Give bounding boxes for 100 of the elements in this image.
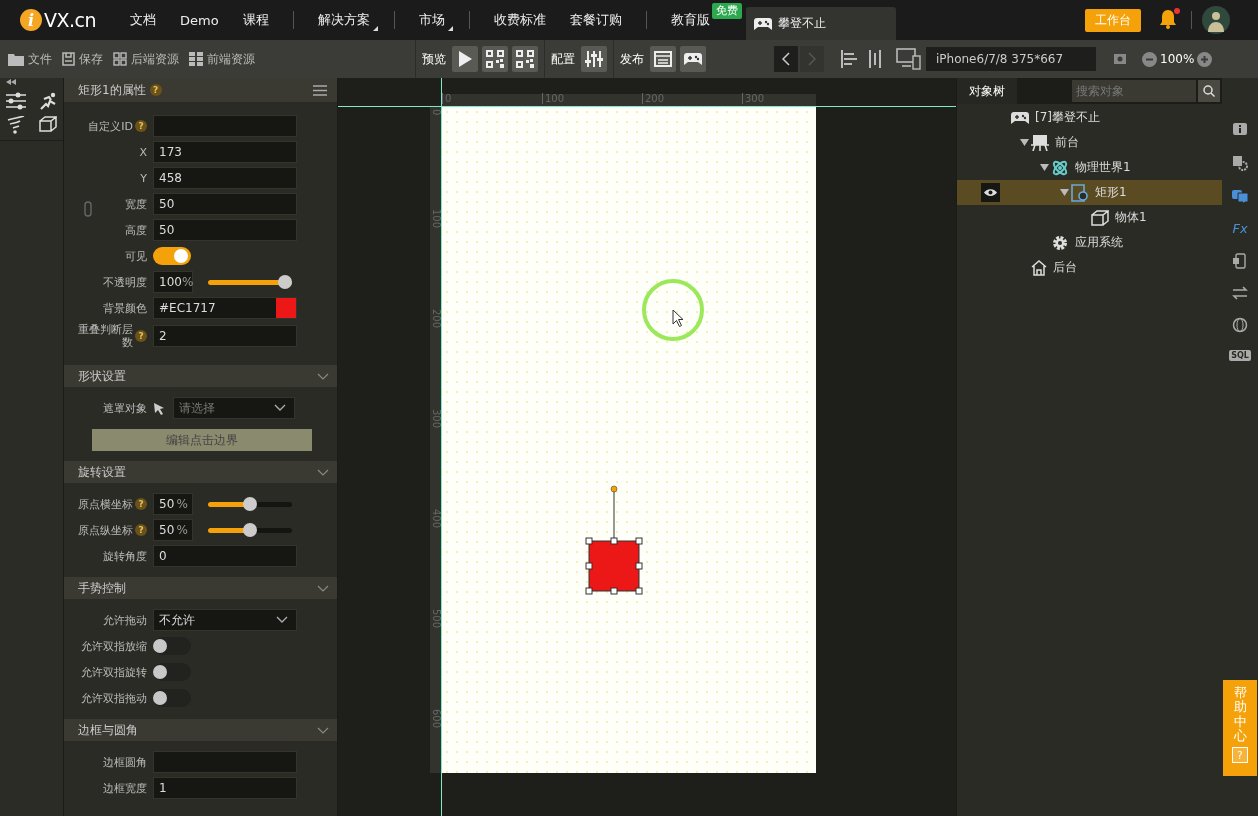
toggle-switch[interactable] xyxy=(153,637,191,655)
color-swatch[interactable] xyxy=(276,298,296,318)
bell-icon[interactable] xyxy=(1159,8,1177,29)
dropdown[interactable]: 请选择 xyxy=(173,397,295,419)
nav-link[interactable]: Demo xyxy=(168,12,231,28)
text-field[interactable] xyxy=(153,751,297,773)
nav-link[interactable]: 课程 xyxy=(230,11,281,29)
toolbar-button[interactable]: 文件 xyxy=(8,50,52,68)
text-field[interactable]: 0 xyxy=(153,545,297,567)
toolbar-icon-button[interactable] xyxy=(452,46,478,72)
number-field[interactable]: 100% xyxy=(153,271,193,293)
nav-link[interactable]: 文档 xyxy=(118,11,168,29)
dropdown[interactable]: 不允许 xyxy=(153,609,297,631)
tree-item[interactable]: 矩形1 xyxy=(957,180,1222,205)
tree-item[interactable]: 后台 xyxy=(957,255,1222,280)
swap-icon[interactable] xyxy=(1232,286,1248,300)
toolbar-icon-button[interactable] xyxy=(512,46,538,72)
runner-icon[interactable] xyxy=(38,92,58,110)
text-field[interactable]: 1 xyxy=(153,777,297,799)
text-field[interactable]: 2 xyxy=(153,325,297,347)
help-icon[interactable]: ? xyxy=(135,330,147,342)
chat-icon[interactable] xyxy=(1232,188,1248,204)
chevron-icon[interactable] xyxy=(317,468,329,476)
expand-arrow-icon[interactable] xyxy=(1059,189,1069,196)
signal-icon[interactable] xyxy=(6,116,26,134)
nav-link[interactable]: 解决方案 xyxy=(305,11,382,29)
nav-link[interactable]: 市场 xyxy=(406,11,457,29)
avatar[interactable] xyxy=(1202,6,1230,34)
chevron-icon[interactable] xyxy=(317,726,329,734)
field-label: X xyxy=(139,145,147,159)
expand-arrow-icon[interactable] xyxy=(1019,139,1029,146)
nav-link[interactable]: 套餐订购 xyxy=(557,11,634,29)
toolbar-button[interactable]: 保存 xyxy=(62,50,103,68)
toolbar-icon-button[interactable] xyxy=(680,46,706,72)
section-title[interactable]: 边框与圆角 xyxy=(78,721,138,739)
align-center-icon[interactable] xyxy=(868,49,882,69)
zoom-in-icon[interactable] xyxy=(1197,51,1213,67)
number-field[interactable]: 50 % xyxy=(153,493,193,515)
nav-link[interactable]: 收费标准 xyxy=(481,11,558,29)
field-label: 不透明度 xyxy=(103,275,147,289)
device-field[interactable]: iPhone6/7/8 375*667 xyxy=(926,47,1096,71)
help-icon[interactable]: ? xyxy=(149,84,162,96)
expand-arrow-icon[interactable] xyxy=(1039,164,1049,171)
logo-text[interactable]: VX.cn xyxy=(44,9,97,31)
atom-icon xyxy=(1051,158,1069,177)
tree-item[interactable]: 前台 xyxy=(957,130,1222,155)
cube-icon[interactable] xyxy=(39,116,57,132)
field-label: 旋转角度 xyxy=(103,549,147,563)
project-tab[interactable]: 攀登不止 xyxy=(745,7,896,40)
text-field[interactable]: 50 xyxy=(153,193,297,215)
object-tree-tab[interactable]: 对象树 xyxy=(957,78,1017,104)
info-icon[interactable] xyxy=(1232,122,1248,138)
eye-icon[interactable] xyxy=(981,183,1000,202)
text-field[interactable]: 173 xyxy=(153,141,297,163)
text-field[interactable]: 458 xyxy=(153,167,297,189)
toolbar-icon-button[interactable] xyxy=(650,46,676,72)
toolbar-icon-button[interactable] xyxy=(482,46,508,72)
tree-item[interactable]: 物体1 xyxy=(957,205,1222,230)
chevron-icon[interactable] xyxy=(317,584,329,592)
toggle-switch[interactable] xyxy=(153,247,191,265)
sliders-icon[interactable] xyxy=(6,92,26,110)
slider[interactable] xyxy=(208,523,292,537)
zoom-out-icon[interactable] xyxy=(1142,51,1157,67)
slider[interactable] xyxy=(208,497,292,511)
menu-icon[interactable] xyxy=(313,84,327,96)
field-label: 边框圆角 xyxy=(103,755,147,769)
selected-rectangle[interactable] xyxy=(585,485,643,595)
section-title[interactable]: 旋转设置 xyxy=(78,463,126,481)
help-icon[interactable]: ? xyxy=(135,524,147,536)
text-field[interactable] xyxy=(153,115,297,137)
color-field[interactable]: #EC1717 xyxy=(153,297,297,319)
toggle-switch[interactable] xyxy=(153,663,191,681)
toolbar-button[interactable]: 后端资源 xyxy=(113,50,179,68)
database-icon[interactable]: SQL xyxy=(1229,350,1251,361)
ruler-label: 200 xyxy=(431,309,441,329)
devices-icon[interactable] xyxy=(896,48,922,70)
screenshot-icon[interactable] xyxy=(1112,52,1128,66)
tree-item[interactable]: [7]攀登不止 xyxy=(957,105,1222,130)
tree-item[interactable]: 物理世界1 xyxy=(957,155,1222,180)
back-button[interactable] xyxy=(774,46,798,72)
search-icon[interactable] xyxy=(1198,80,1220,102)
toolbar-icon-button[interactable] xyxy=(581,46,607,72)
phone-icon[interactable] xyxy=(1232,253,1248,269)
toolbar-button[interactable]: 前端资源 xyxy=(189,50,255,68)
toggle-switch[interactable] xyxy=(153,689,191,707)
cursor-icon[interactable] xyxy=(153,401,165,415)
section-title[interactable]: 形状设置 xyxy=(78,367,126,385)
help-icon[interactable]: ? xyxy=(135,120,147,132)
slider[interactable] xyxy=(208,275,292,289)
tree-item[interactable]: 应用系统 xyxy=(957,230,1222,255)
text-field[interactable]: 50 xyxy=(153,219,297,241)
function-icon[interactable]: Fx xyxy=(1232,221,1248,236)
globe-icon[interactable] xyxy=(1232,317,1248,333)
number-field[interactable]: 50 % xyxy=(153,519,193,541)
chevron-icon[interactable] xyxy=(317,372,329,380)
section-title[interactable]: 手势控制 xyxy=(78,579,126,597)
align-left-icon[interactable] xyxy=(840,49,858,69)
help-icon[interactable]: ? xyxy=(135,498,147,510)
qr-code-icon xyxy=(486,50,504,68)
field-label: 原点纵坐标 xyxy=(78,523,133,537)
